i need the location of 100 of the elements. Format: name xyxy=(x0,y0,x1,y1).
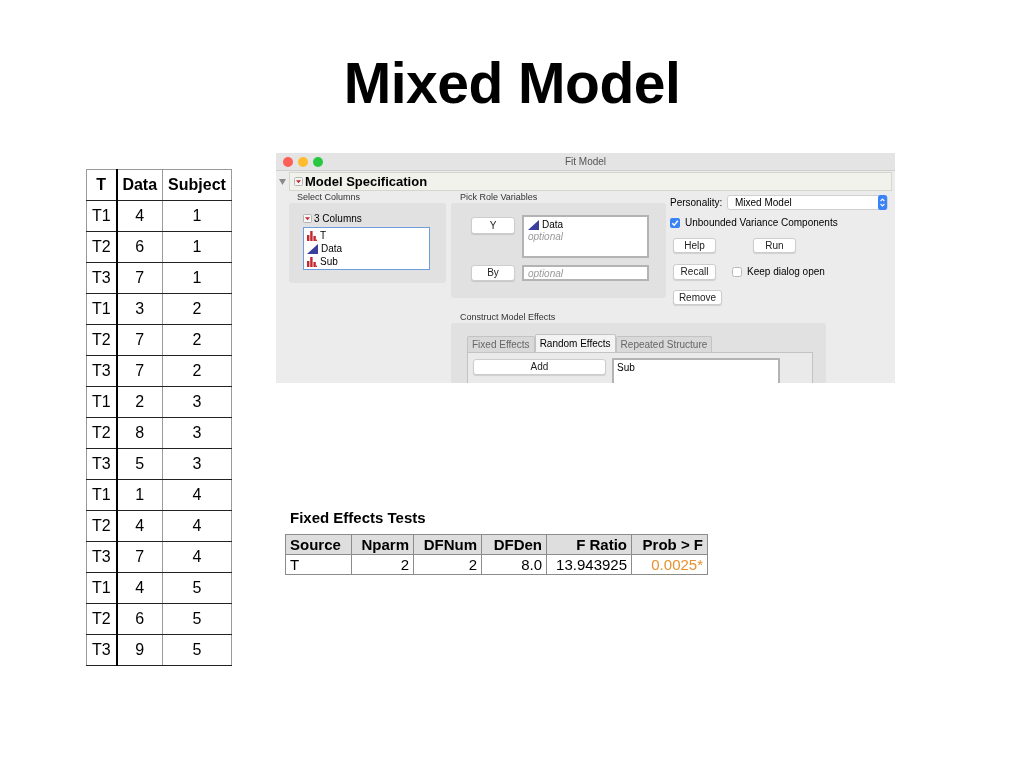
role-list[interactable]: Data optional xyxy=(522,215,649,258)
table-cell: T2 xyxy=(86,231,117,263)
fullscreen-icon[interactable] xyxy=(313,156,323,167)
table-cell: 1 xyxy=(162,231,232,263)
table-cell: T3 xyxy=(86,262,117,294)
column-header: T xyxy=(86,169,117,201)
column-header: Source xyxy=(285,534,352,555)
checkbox-label: Keep dialog open xyxy=(747,267,825,277)
outline-title: Model Specification xyxy=(305,175,428,188)
table-cell: T1 xyxy=(86,386,117,418)
table-cell: T2 xyxy=(86,510,117,542)
table-cell: 13.943925 xyxy=(546,554,632,575)
table-cell: 7 xyxy=(116,355,163,387)
table-cell: 5 xyxy=(162,572,232,604)
checkbox-label: Unbounded Variance Components xyxy=(685,217,838,228)
table-cell: 3 xyxy=(116,293,163,325)
button[interactable]: Run xyxy=(753,238,796,253)
button[interactable]: Y xyxy=(471,217,515,234)
list-item[interactable]: Sub xyxy=(617,361,775,374)
checkbox[interactable] xyxy=(670,217,680,228)
table-cell: 7 xyxy=(116,324,163,356)
checkbox[interactable] xyxy=(732,267,742,277)
column-header: F Ratio xyxy=(546,534,632,555)
input-field[interactable]: optional xyxy=(522,265,649,281)
table-cell: 7 xyxy=(116,541,163,573)
column-header: Data xyxy=(116,169,163,201)
slide-title: Mixed Model xyxy=(343,55,681,112)
table-cell: 7 xyxy=(116,262,163,294)
stepper-icon[interactable] xyxy=(878,195,887,210)
column-header: Prob > F xyxy=(631,534,708,555)
window-title: Fit Model xyxy=(564,155,607,169)
tab[interactable]: Random Effects xyxy=(534,334,616,352)
table-cell: 5 xyxy=(162,634,232,666)
table-cell: T2 xyxy=(86,417,117,449)
table-cell: 6 xyxy=(116,603,163,635)
triangle-icon xyxy=(528,219,539,230)
button[interactable]: Recall xyxy=(673,264,716,280)
bar-chart-icon xyxy=(307,256,317,267)
table-cell: 8.0 xyxy=(481,554,547,575)
section-label: Select Columns xyxy=(296,191,362,203)
table-cell: 1 xyxy=(162,200,232,232)
section-label: Pick Role Variables xyxy=(459,191,539,203)
table-cell: 3 xyxy=(162,417,232,449)
tab[interactable]: Fixed Effects xyxy=(467,336,535,352)
table-cell: T2 xyxy=(86,324,117,356)
table-cell: T xyxy=(285,554,352,575)
button[interactable]: By xyxy=(471,265,515,281)
table-cell: 4 xyxy=(162,510,232,542)
menu-caret-icon[interactable] xyxy=(303,214,312,223)
table-title: Fixed Effects Tests xyxy=(289,510,427,526)
table-cell: 2 xyxy=(351,554,414,575)
button[interactable]: Add xyxy=(473,359,606,375)
column-header: DFNum xyxy=(413,534,482,555)
list-title: 3 Columns xyxy=(314,213,362,224)
table-cell: 0.0025* xyxy=(631,554,708,575)
table-cell: T3 xyxy=(86,541,117,573)
table-cell: T1 xyxy=(86,479,117,511)
personality-dropdown[interactable]: Mixed Model xyxy=(727,195,888,210)
table-cell: 9 xyxy=(116,634,163,666)
table-cell: 4 xyxy=(162,479,232,511)
bar-chart-icon xyxy=(307,230,317,241)
disclosure-triangle-icon[interactable] xyxy=(279,178,286,185)
table-cell: 5 xyxy=(116,448,163,480)
triangle-icon xyxy=(307,243,318,254)
list-item[interactable]: Data xyxy=(307,242,426,255)
table-cell: T1 xyxy=(86,293,117,325)
table-cell: T3 xyxy=(86,355,117,387)
button[interactable]: Help xyxy=(673,238,716,253)
table-cell: 2 xyxy=(116,386,163,418)
list-item[interactable]: T xyxy=(307,229,426,242)
table-cell: T2 xyxy=(86,603,117,635)
section-label: Construct Model Effects xyxy=(459,311,557,323)
table-cell: 3 xyxy=(162,386,232,418)
table-cell: 5 xyxy=(162,603,232,635)
table-cell: 4 xyxy=(116,200,163,232)
table-cell: 2 xyxy=(162,324,232,356)
table-cell: 1 xyxy=(162,262,232,294)
table-cell: 2 xyxy=(162,293,232,325)
placeholder-text: optional xyxy=(528,231,565,243)
table-cell: 4 xyxy=(116,510,163,542)
close-icon[interactable] xyxy=(283,156,293,167)
list-item[interactable]: Data xyxy=(528,218,643,231)
column-header: Nparm xyxy=(351,534,414,555)
menu-caret-icon[interactable] xyxy=(294,177,303,186)
table-cell: 6 xyxy=(116,231,163,263)
table-cell: 4 xyxy=(162,541,232,573)
button[interactable]: Remove xyxy=(673,290,722,305)
table-cell: T3 xyxy=(86,634,117,666)
table-cell: 2 xyxy=(413,554,482,575)
table-cell: T3 xyxy=(86,448,117,480)
table-cell: 3 xyxy=(162,448,232,480)
tab[interactable]: Repeated Structure xyxy=(615,336,713,352)
column-header: Subject xyxy=(162,169,232,201)
table-cell: 8 xyxy=(116,417,163,449)
column-header: DFDen xyxy=(481,534,547,555)
table-cell: 1 xyxy=(116,479,163,511)
table-cell: T1 xyxy=(86,572,117,604)
table-cell: 2 xyxy=(162,355,232,387)
table-cell: 4 xyxy=(116,572,163,604)
list-item[interactable]: Sub xyxy=(307,255,426,268)
